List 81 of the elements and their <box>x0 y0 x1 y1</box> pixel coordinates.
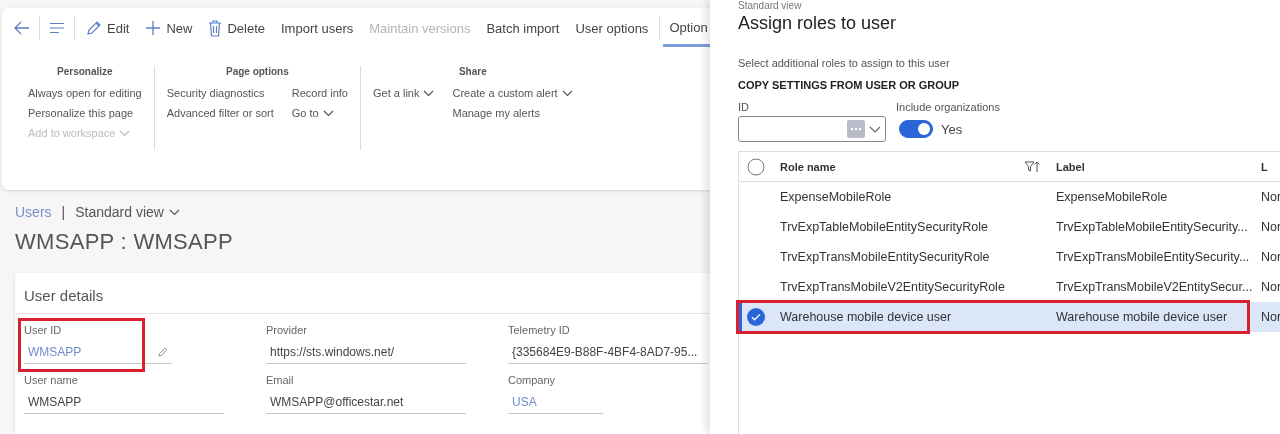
panel-title: Assign roles to user <box>738 13 898 34</box>
grid-row[interactable]: ExpenseMobileRole ExpenseMobileRole Nor <box>739 182 1280 212</box>
section-heading: COPY SETTINGS FROM USER OR GROUP <box>738 79 961 91</box>
grid-row[interactable]: TrvExpTransMobileEntitySecurityRole TrvExpTransMobileEntitySecurity... Nor <box>739 242 1280 272</box>
lookup-icon <box>847 120 865 138</box>
field-label: Company <box>508 374 557 386</box>
input-field[interactable]: WMSAPP <box>24 340 172 364</box>
table-cell-text: ExpenseMobileRole <box>1055 190 1169 204</box>
ribbon-item[interactable]: Security diagnostics <box>166 85 274 101</box>
table-cell-text: Nor <box>1260 190 1280 204</box>
toolbar-button[interactable]: Import users <box>273 11 362 45</box>
table-cell-text: TrvExpTransMobileEntitySecurityRole <box>779 250 991 264</box>
input-field[interactable]: https://sts.windows.net/ <box>266 340 466 364</box>
toolbar-button[interactable]: User options <box>567 11 657 45</box>
table-cell-text: Nor <box>1260 310 1280 324</box>
chevron-down-icon <box>561 89 573 97</box>
field-label: Provider <box>266 324 308 336</box>
toggle-value: Yes <box>941 121 963 137</box>
id-field[interactable] <box>738 116 886 142</box>
table-cell-text: Warehouse mobile device user <box>779 310 953 324</box>
ribbon-item[interactable]: Record info <box>291 85 348 101</box>
ribbon-item[interactable]: Get a link <box>373 85 435 101</box>
pencil-icon <box>158 346 168 357</box>
ribbon-item[interactable]: Always open for editing <box>28 85 142 101</box>
grid-row[interactable]: Warehouse mobile device user Warehouse mobile device user Nor <box>739 302 1280 332</box>
column-header[interactable]: L <box>1261 160 1268 173</box>
table-cell-text: Nor <box>1260 250 1280 264</box>
check-circle-icon[interactable] <box>747 308 765 326</box>
trash-icon <box>208 19 223 37</box>
field-label: Include organizations <box>896 101 1000 113</box>
table-cell-text: TrvExpTransMobileEntitySecurity... <box>1055 250 1251 264</box>
table-cell-text: TrvExpTableMobileEntitySecurityRole <box>779 220 989 234</box>
group-title: Share <box>458 66 487 77</box>
input-field[interactable]: {335684E9-B88F-4BF4-8AD7-95... <box>508 340 708 364</box>
field-label: Telemetry ID <box>508 324 571 336</box>
back-icon <box>14 21 30 35</box>
ribbon-item[interactable]: Go to <box>291 105 348 121</box>
field-label: ID <box>738 101 750 113</box>
view-selector[interactable]: Standard view <box>738 0 1280 11</box>
field-label: Email <box>266 374 295 386</box>
ribbon-item[interactable]: Create a custom alert <box>452 85 573 101</box>
view-selector[interactable]: Standard view <box>75 204 180 220</box>
table-cell-text: Warehouse mobile device user <box>1055 310 1229 324</box>
ribbon-item[interactable]: Personalize this page <box>28 105 142 121</box>
column-header[interactable]: Role name <box>780 160 836 173</box>
table-cell-text: TrvExpTableMobileEntitySecurity... <box>1055 220 1249 234</box>
input-field[interactable]: WMSAPP@officestar.net <box>266 390 466 414</box>
breadcrumb-separator: | <box>61 204 66 220</box>
toolbar-button[interactable]: Batch import <box>478 11 568 45</box>
chevron-down-icon <box>322 109 334 117</box>
group-title: Personalize <box>57 66 113 77</box>
select-all-checkbox[interactable] <box>747 157 765 176</box>
grid-row[interactable]: TrvExpTransMobileV2EntitySecurityRole TrvExpTransMobileV2EntitySecur... Nor <box>739 272 1280 302</box>
chevron-down-icon <box>168 208 180 216</box>
ribbon-item[interactable]: Manage my alerts <box>452 105 573 121</box>
field-label: User ID <box>24 324 63 336</box>
pencil-icon <box>86 20 102 36</box>
ribbon-item[interactable]: Advanced filter or sort <box>166 105 274 121</box>
input-field[interactable]: WMSAPP <box>24 390 224 414</box>
field-label: User name <box>24 374 79 386</box>
toggle-switch[interactable] <box>899 120 933 138</box>
toolbar-button[interactable]: Delete <box>200 11 273 45</box>
chevron-down-icon <box>423 89 435 97</box>
grid-row[interactable]: TrvExpTableMobileEntitySecurityRole TrvExpTableMobileEntitySecurity... Nor <box>739 212 1280 242</box>
panel-description: Select additional roles to assign to this user <box>738 57 951 69</box>
chevron-down-icon <box>869 125 881 133</box>
toolbar-button[interactable]: New <box>137 11 201 45</box>
column-header[interactable]: Label <box>1056 160 1085 173</box>
table-cell-text: Nor <box>1260 220 1280 234</box>
filter-sort-icon[interactable] <box>1024 160 1040 173</box>
plus-icon <box>145 20 162 36</box>
table-cell-text: Nor <box>1260 280 1280 294</box>
table-cell-text: TrvExpTransMobileV2EntitySecur... <box>1055 280 1253 294</box>
chevron-down-icon <box>119 129 131 137</box>
group-title: Page options <box>225 66 289 77</box>
input-field[interactable]: USA <box>508 390 603 414</box>
page-title: WMSAPP : WMSAPP <box>15 229 234 255</box>
table-cell-text: ExpenseMobileRole <box>779 190 893 204</box>
toolbar-button[interactable]: Edit <box>78 11 138 45</box>
menu-icon <box>49 22 65 34</box>
table-cell-text: TrvExpTransMobileV2EntitySecurityRole <box>779 280 1006 294</box>
